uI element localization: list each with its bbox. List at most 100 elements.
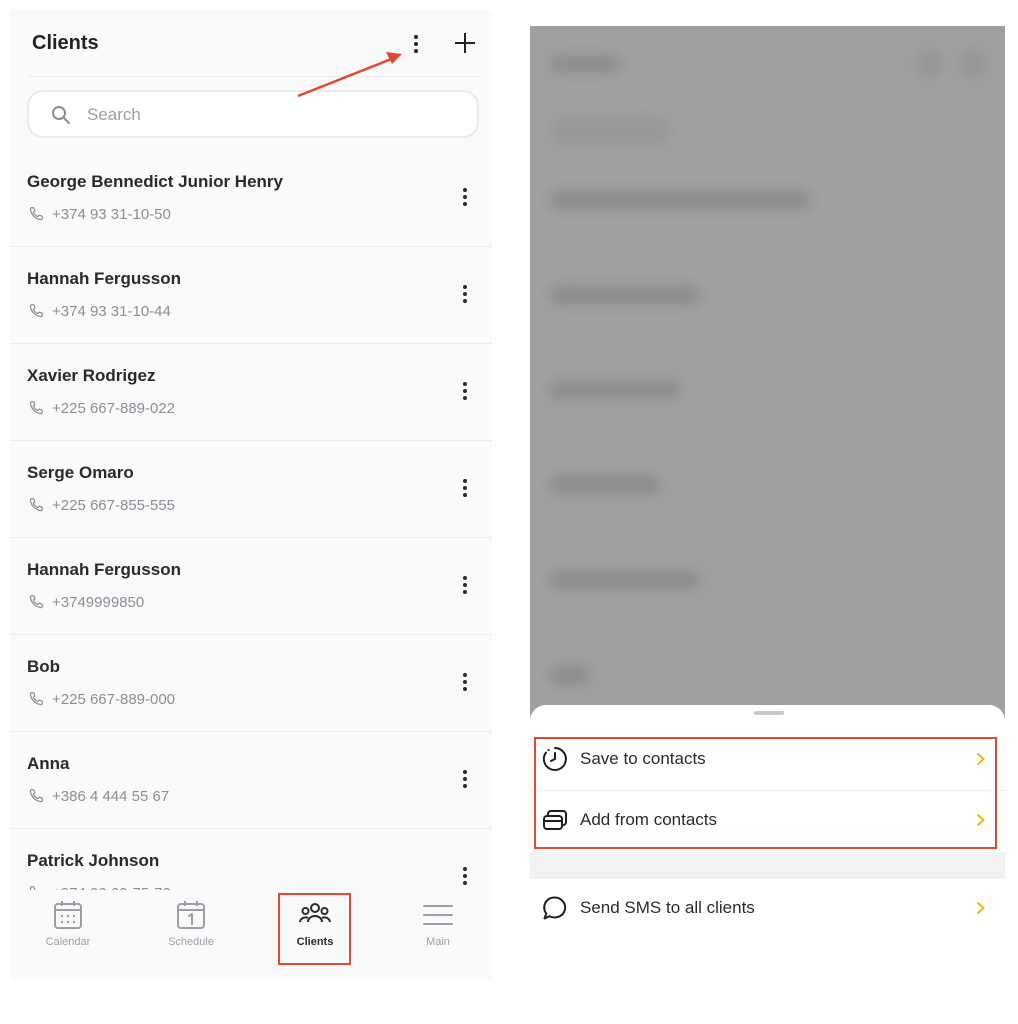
client-phone-row: +225 667-889-022: [27, 398, 175, 418]
dot: [414, 49, 418, 53]
header: Clients: [10, 10, 492, 78]
client-phone: +225 667-889-000: [52, 690, 176, 708]
client-name: Serge Omaro: [27, 463, 134, 482]
dot: [463, 299, 467, 303]
dot: [463, 202, 467, 206]
dot: [463, 479, 467, 483]
dot: [463, 382, 467, 386]
client-phone-row: +374 93 31-10-44: [27, 301, 171, 321]
dot: [463, 784, 467, 788]
client-name: Patrick Johnson: [27, 851, 160, 870]
client-menu-button[interactable]: [459, 379, 471, 403]
client-menu-button[interactable]: [459, 476, 471, 500]
dot: [463, 867, 467, 871]
client-phone: +374 93 31-10-44: [52, 302, 171, 320]
phone-icon: [29, 498, 43, 512]
dot: [414, 42, 418, 46]
client-menu-button[interactable]: [459, 670, 471, 694]
phone-icon: [29, 789, 43, 803]
sheet-section-gap: [530, 852, 1005, 879]
phone-icon: [29, 207, 43, 221]
action-sheet-screen: Save to contacts Add from contacts Send …: [530, 26, 1005, 980]
client-list: George Bennedict Junior Henry +374 93 31…: [10, 150, 492, 926]
sheet-item-label: Add from contacts: [580, 810, 718, 829]
client-menu-button[interactable]: [459, 864, 471, 888]
dot: [463, 188, 467, 192]
client-menu-button[interactable]: [459, 767, 471, 791]
client-phone-row: +374 93 31-10-50: [27, 204, 171, 224]
phone-icon: [29, 401, 43, 415]
dot: [463, 493, 467, 497]
client-phone-row: +3749999850: [27, 592, 144, 612]
bottom-nav: Calendar Schedule Clients Main: [10, 890, 492, 980]
nav-clients[interactable]: Clients: [265, 898, 365, 960]
client-phone: +3749999850: [52, 593, 145, 611]
phone-icon: [29, 304, 43, 318]
chevron-right-icon: [977, 753, 985, 765]
blurred-background: [530, 26, 1005, 726]
nav-label: Calendar: [45, 936, 91, 948]
dot: [463, 687, 467, 691]
chevron-right-icon: [977, 814, 985, 826]
client-row[interactable]: George Bennedict Junior Henry +374 93 31…: [10, 150, 492, 247]
client-name: Hannah Fergusson: [27, 560, 181, 579]
clock-icon: [542, 747, 567, 771]
dot: [463, 195, 467, 199]
chevron-right-icon: [977, 902, 985, 914]
nav-label: Clients: [296, 936, 334, 948]
client-phone: +225 667-889-022: [52, 399, 176, 417]
client-phone-row: +225 667-855-555: [27, 495, 175, 515]
nav-schedule[interactable]: Schedule: [141, 898, 241, 960]
client-menu-button[interactable]: [459, 282, 471, 306]
client-phone-row: +225 667-889-000: [27, 689, 175, 709]
header-divider: [28, 76, 480, 77]
menu-icon: [423, 905, 453, 925]
phone-icon: [29, 692, 43, 706]
nav-main[interactable]: Main: [388, 898, 488, 960]
phone-icon: [29, 595, 43, 609]
dot: [463, 389, 467, 393]
add-client-button[interactable]: [454, 32, 476, 54]
nav-label: Schedule: [168, 936, 214, 948]
client-name: George Bennedict Junior Henry: [27, 172, 283, 191]
dot: [463, 673, 467, 677]
action-sheet: Save to contacts Add from contacts Send …: [530, 705, 1005, 980]
client-row[interactable]: Serge Omaro +225 667-855-555: [10, 441, 492, 538]
more-options-button[interactable]: [410, 32, 422, 56]
dot: [463, 576, 467, 580]
sheet-item-label: Send SMS to all clients: [580, 898, 755, 917]
client-name: Hannah Fergusson: [27, 269, 181, 288]
dot: [463, 680, 467, 684]
dot: [414, 35, 418, 39]
nav-calendar[interactable]: Calendar: [18, 898, 118, 960]
save-to-contacts-item[interactable]: Save to contacts: [530, 730, 1005, 788]
client-menu-button[interactable]: [459, 185, 471, 209]
client-row[interactable]: Anna +386 4 444 55 67: [10, 732, 492, 829]
dot: [463, 770, 467, 774]
sheet-grabber[interactable]: [754, 711, 784, 715]
clients-icon: [299, 903, 331, 923]
cards-icon: [543, 810, 567, 830]
schedule-icon: [177, 901, 205, 929]
dot: [463, 486, 467, 490]
search-input[interactable]: [87, 102, 447, 128]
page-title: Clients: [32, 32, 99, 54]
client-menu-button[interactable]: [459, 573, 471, 597]
add-from-contacts-item[interactable]: Add from contacts: [530, 791, 1005, 849]
client-row[interactable]: Hannah Fergusson +3749999850: [10, 538, 492, 635]
dot: [463, 292, 467, 296]
dot: [463, 285, 467, 289]
chat-bubble-icon: [543, 896, 567, 920]
client-row[interactable]: Bob +225 667-889-000: [10, 635, 492, 732]
send-sms-item[interactable]: Send SMS to all clients: [530, 879, 1005, 937]
client-row[interactable]: Xavier Rodrigez +225 667-889-022: [10, 344, 492, 441]
client-phone-row: +386 4 444 55 67: [27, 786, 169, 806]
dot: [463, 583, 467, 587]
search-bar: [27, 90, 479, 138]
client-phone: +225 667-855-555: [52, 496, 176, 514]
client-row[interactable]: Hannah Fergusson +374 93 31-10-44: [10, 247, 492, 344]
search-icon: [52, 106, 70, 124]
client-name: Anna: [27, 754, 70, 773]
dot: [463, 396, 467, 400]
client-name: Bob: [27, 657, 61, 676]
